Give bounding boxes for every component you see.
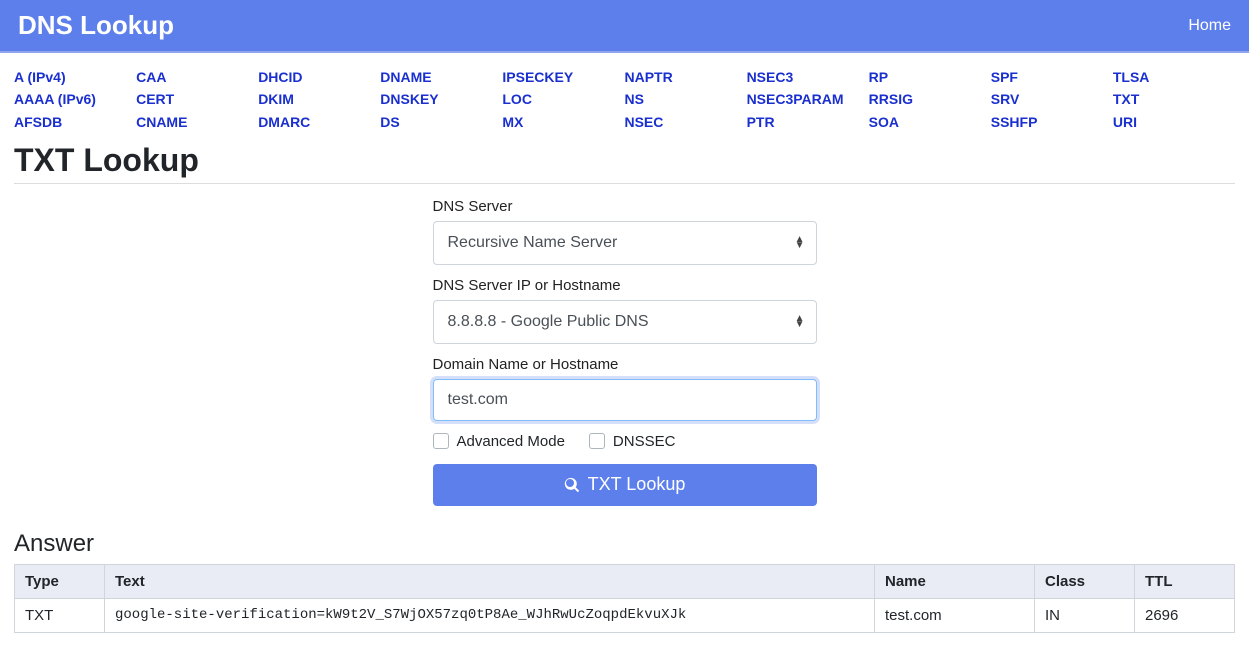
rr-link[interactable]: A (IPv4) bbox=[14, 67, 136, 87]
col-ttl: TTL bbox=[1135, 564, 1235, 598]
rr-link[interactable]: TLSA bbox=[1113, 67, 1235, 87]
dnssec-checkbox[interactable] bbox=[589, 433, 605, 449]
record-type-nav: A (IPv4)AAAA (IPv6) AFSDB CAACERT CNAME DH… bbox=[0, 53, 1249, 136]
rr-link[interactable]: CNAME bbox=[136, 112, 258, 132]
dnssec-label: DNSSEC bbox=[613, 433, 676, 450]
rr-link[interactable]: TXT bbox=[1113, 89, 1235, 109]
rr-link[interactable]: NSEC bbox=[624, 112, 746, 132]
cell-ttl: 2696 bbox=[1135, 598, 1235, 632]
rr-link[interactable]: DNAME bbox=[380, 67, 502, 87]
rr-link[interactable]: SSHFP bbox=[991, 112, 1113, 132]
rr-link[interactable]: URI bbox=[1113, 112, 1235, 132]
answer-heading: Answer bbox=[14, 530, 1235, 558]
rr-link[interactable]: SRV bbox=[991, 89, 1113, 109]
advanced-mode-checkbox[interactable] bbox=[433, 433, 449, 449]
rr-link[interactable]: AFSDB bbox=[14, 112, 136, 132]
rr-link[interactable]: MX bbox=[502, 112, 624, 132]
table-header-row: Type Text Name Class TTL bbox=[15, 564, 1235, 598]
advanced-mode-check[interactable]: Advanced Mode bbox=[433, 433, 565, 450]
rr-link[interactable]: RRSIG bbox=[869, 89, 991, 109]
rr-link[interactable]: PTR bbox=[747, 112, 869, 132]
table-row: TXT google-site-verification=kW9t2V_S7Wj… bbox=[15, 598, 1235, 632]
cell-class: IN bbox=[1035, 598, 1135, 632]
rr-link[interactable]: IPSECKEY bbox=[502, 67, 624, 87]
app-title: DNS Lookup bbox=[18, 10, 174, 41]
top-bar: DNS Lookup Home bbox=[0, 0, 1249, 53]
lookup-button-label: TXT Lookup bbox=[588, 474, 686, 495]
col-name: Name bbox=[875, 564, 1035, 598]
rr-link[interactable]: NSEC3PARAM bbox=[747, 89, 869, 109]
dns-ip-label: DNS Server IP or Hostname bbox=[433, 277, 817, 294]
col-class: Class bbox=[1035, 564, 1135, 598]
search-icon bbox=[564, 477, 580, 493]
col-type: Type bbox=[15, 564, 105, 598]
cell-text: google-site-verification=kW9t2V_S7WjOX57… bbox=[105, 598, 875, 632]
rr-link[interactable]: SPF bbox=[991, 67, 1113, 87]
home-link[interactable]: Home bbox=[1188, 17, 1231, 35]
col-text: Text bbox=[105, 564, 875, 598]
dnssec-check[interactable]: DNSSEC bbox=[589, 433, 676, 450]
domain-label: Domain Name or Hostname bbox=[433, 356, 817, 373]
page-heading: TXT Lookup bbox=[14, 142, 1235, 184]
rr-link[interactable]: DS bbox=[380, 112, 502, 132]
rr-link[interactable]: AAAA (IPv6) bbox=[14, 89, 136, 109]
answer-section: Answer Type Text Name Class TTL TXT goog… bbox=[14, 530, 1235, 633]
rr-link[interactable]: CERT bbox=[136, 89, 258, 109]
rr-link[interactable]: CAA bbox=[136, 67, 258, 87]
answer-table: Type Text Name Class TTL TXT google-site… bbox=[14, 564, 1235, 633]
dns-server-select[interactable]: Recursive Name Server bbox=[433, 221, 817, 265]
rr-link[interactable]: NS bbox=[624, 89, 746, 109]
lookup-button[interactable]: TXT Lookup bbox=[433, 464, 817, 506]
dns-server-label: DNS Server bbox=[433, 198, 817, 215]
rr-link[interactable]: RP bbox=[869, 67, 991, 87]
rr-link[interactable]: DHCID bbox=[258, 67, 380, 87]
rr-link[interactable]: DKIM bbox=[258, 89, 380, 109]
rr-link[interactable]: SOA bbox=[869, 112, 991, 132]
rr-link[interactable]: DMARC bbox=[258, 112, 380, 132]
rr-link[interactable]: NSEC3 bbox=[747, 67, 869, 87]
rr-link[interactable]: NAPTR bbox=[624, 67, 746, 87]
dns-ip-select[interactable]: 8.8.8.8 - Google Public DNS bbox=[433, 300, 817, 344]
advanced-mode-label: Advanced Mode bbox=[457, 433, 565, 450]
domain-input[interactable] bbox=[433, 379, 817, 421]
cell-name: test.com bbox=[875, 598, 1035, 632]
lookup-form: DNS Server Recursive Name Server ▲▼ DNS … bbox=[433, 198, 817, 506]
cell-type: TXT bbox=[15, 598, 105, 632]
rr-link[interactable]: DNSKEY bbox=[380, 89, 502, 109]
rr-link[interactable]: LOC bbox=[502, 89, 624, 109]
